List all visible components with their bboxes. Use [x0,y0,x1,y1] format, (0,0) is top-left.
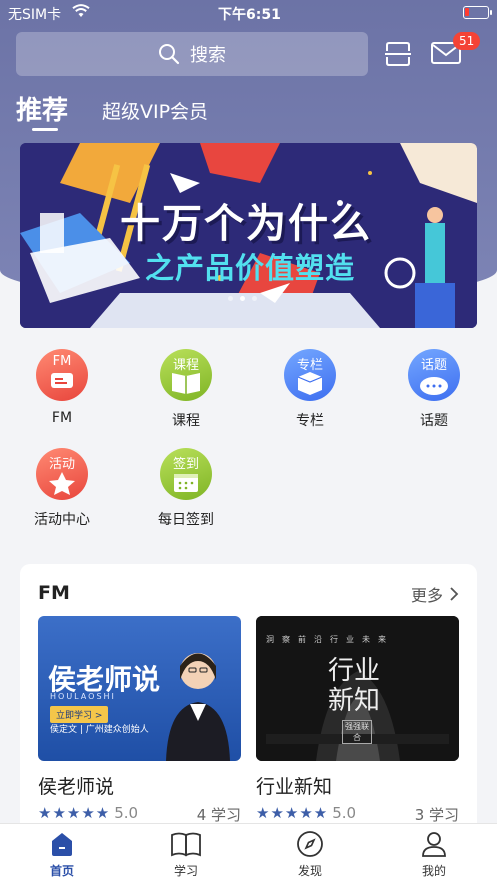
rating-value: 5.0 [114,804,139,822]
cover-seal: 强强联合 [342,720,372,744]
more-link[interactable]: 更多 [411,582,459,606]
star-icon: 活动 [36,448,88,500]
learner-count: 3 学习 [414,806,459,824]
category-daily-checkin[interactable]: 签到 每日签到 [141,448,231,529]
tab-label: 学习 [173,864,198,878]
carousel-dots [228,296,257,301]
home-icon [52,833,72,856]
cover-pinyin: HOULAOSHI [50,692,116,701]
tab-super-vip[interactable]: 超级VIP会员 [102,97,208,124]
banner-subtitle: 之产品价值塑造 [145,251,356,285]
box-icon: 专栏 [284,349,336,401]
status-bar: 无SIM卡 下午6:51 [0,0,497,26]
chat-icon: 话题 [408,349,460,401]
tab-study[interactable]: 学习 [156,830,216,879]
more-label: 更多 [410,586,443,605]
cover-headline: 行业新知 [328,656,381,716]
rating-value: 5.0 [332,804,357,822]
promo-banner[interactable]: 十万个为什么 之产品价值塑造 [20,143,477,328]
course-cover-image[interactable]: 洞察前沿行业未来 行业新知 强强联合 [256,616,459,761]
carrier-label: 无SIM卡 [8,7,62,23]
category-fm[interactable]: FM FM [17,349,107,426]
rating-stars: ★★★★★ [38,804,111,822]
course-cover-image[interactable]: 侯老师说 HOULAOSHI 立即学习 > 侯定文 | 广州建众创始人 [38,616,241,761]
banner-title: 十万个为什么 [120,201,372,247]
learner-count: 4 学习 [196,806,241,824]
tab-label: 发现 [297,864,322,878]
fm-section-card: FM 更多 侯老师说 HOULAOSHI 立即学习 > 侯定文 | 广州建众创始… [20,564,477,864]
category-column[interactable]: 专栏 专栏 [265,349,355,430]
tab-discover[interactable]: 发现 [280,830,340,879]
search-bar[interactable]: 搜索 [16,32,368,76]
category-label: FM [51,410,73,426]
tab-home[interactable]: 首页 [32,830,92,879]
calendar-icon: 签到 [160,448,212,500]
category-label: 课程 [172,413,200,429]
notification-badge: 51 [453,32,481,50]
search-icon [159,44,180,65]
carousel-dot[interactable] [252,296,257,301]
user-icon [422,832,446,857]
course-meta: ★★★★★ 5.0 3 学习 [256,804,459,824]
wifi-icon [72,4,90,17]
battery-icon [463,6,492,19]
book-open-icon [171,832,201,857]
category-label: 话题 [420,413,448,429]
carousel-dot[interactable] [228,296,233,301]
section-title: FM [38,582,70,604]
radio-icon: FM [36,349,88,401]
tab-label: 我的 [421,864,446,878]
category-label: 活动中心 [34,512,90,528]
category-activity-center[interactable]: 活动 活动中心 [17,448,107,529]
search-placeholder: 搜索 [190,45,226,66]
tab-label: 首页 [49,864,74,878]
category-topic[interactable]: 话题 话题 [389,349,479,430]
tab-active-indicator [32,128,58,131]
scan-icon[interactable] [384,40,412,68]
bottom-tab-bar: 首页 学习 发现 我的 [0,823,497,883]
carousel-dot-active[interactable] [240,296,245,301]
tab-profile[interactable]: 我的 [404,830,464,879]
category-course[interactable]: 课程 课程 [141,349,231,430]
course-title[interactable]: 侯老师说 [38,772,114,799]
course-meta: ★★★★★ 5.0 4 学习 [38,804,241,824]
cover-tagline: 洞察前沿行业未来 [266,635,394,644]
course-title[interactable]: 行业新知 [256,772,332,799]
category-label: 每日签到 [158,512,214,528]
cover-learn-now-button: 立即学习 > [50,706,109,723]
chevron-right-icon [450,587,459,601]
tab-recommended[interactable]: 推荐 [16,90,68,127]
book-icon: 课程 [160,349,212,401]
category-label: 专栏 [296,413,324,429]
cover-author: 侯定文 | 广州建众创始人 [50,725,149,735]
rating-stars: ★★★★★ [256,804,329,822]
status-time: 下午6:51 [218,7,281,23]
compass-icon [297,831,323,857]
